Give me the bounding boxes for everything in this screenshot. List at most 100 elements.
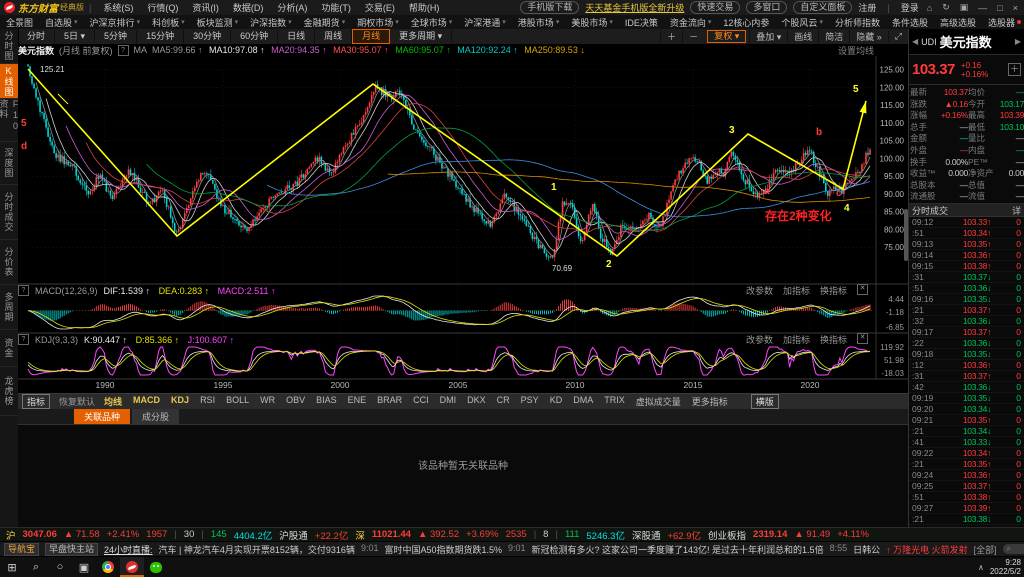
chart-tool-叠加[interactable]: 叠加 ▾ — [749, 30, 787, 43]
home-icon[interactable]: ⌂ — [925, 3, 934, 13]
timeframe-更多周期[interactable]: 更多周期 ▾ — [390, 30, 452, 43]
trade-row[interactable]: 09:19103.35↓0 — [909, 393, 1024, 404]
close-icon[interactable]: ✕ — [857, 284, 868, 295]
trade-row[interactable]: :41103.33↓0 — [909, 437, 1024, 448]
navigator-tag[interactable]: 导航宝 — [4, 543, 39, 556]
nav-item-期权市场[interactable]: 期权市场▾ — [351, 16, 405, 29]
ticker-item[interactable]: 8:55 — [830, 543, 848, 556]
indicator-MACD[interactable]: MACD — [133, 395, 160, 408]
trade-row[interactable]: :21103.38↓0 — [909, 514, 1024, 525]
indicator-RSI[interactable]: RSI — [200, 395, 215, 408]
nav-item-港股市场[interactable]: 港股市场▾ — [512, 16, 566, 29]
menu-item[interactable]: 交易(E) — [358, 3, 402, 13]
taskbar-clock[interactable]: ∧ 9:28 2022/5/2 — [978, 558, 1024, 576]
indicator-KD[interactable]: KD — [550, 395, 563, 408]
timeframe-分时[interactable]: 分时 — [18, 30, 55, 43]
eastmoney-app-icon[interactable] — [120, 557, 144, 577]
indicator-DMI[interactable]: DMI — [440, 395, 457, 408]
trades-list[interactable]: 09:12103.33↑0:51103.34↑009:13103.35↑009:… — [909, 217, 1024, 529]
trade-row[interactable]: :42103.36↓0 — [909, 382, 1024, 393]
timeframe-5分钟[interactable]: 5分钟 — [95, 30, 137, 43]
register-link[interactable]: 注册 — [858, 1, 876, 14]
layout-toggle-button[interactable]: 横版 — [751, 394, 779, 409]
sidebar-tab-分时成交[interactable]: 分时成交 — [0, 185, 18, 240]
trade-row[interactable]: :21103.37↑0 — [909, 305, 1024, 316]
maximize-button[interactable]: □ — [995, 3, 1004, 13]
trade-row[interactable]: :21103.34↓0 — [909, 426, 1024, 437]
indicator-CCI[interactable]: CCI — [413, 395, 429, 408]
nav-item-高级选股[interactable]: 高级选股 — [934, 16, 982, 29]
trade-row[interactable]: 09:14103.36↑0 — [909, 250, 1024, 261]
skin-icon[interactable]: ▣ — [958, 2, 971, 13]
indicator-DKX[interactable]: DKX — [467, 395, 486, 408]
trade-row[interactable]: 09:27103.39↑0 — [909, 503, 1024, 514]
trade-row[interactable]: 09:18103.35↓0 — [909, 349, 1024, 360]
ticker-item[interactable]: 9:01 — [361, 543, 379, 556]
indicator-BRAR[interactable]: BRAR — [377, 395, 402, 408]
chart-tool-复权[interactable]: 复权 ▾ — [707, 30, 746, 43]
nav-item-沪深京排行[interactable]: 沪深京排行▾ — [84, 16, 147, 29]
nav-item-自选股[interactable]: 自选股▾ — [39, 16, 84, 29]
menu-item[interactable]: 数据(D) — [226, 3, 271, 13]
menu-item[interactable]: 帮助(H) — [402, 3, 447, 13]
trade-row[interactable]: :12103.36↑0 — [909, 360, 1024, 371]
ma-settings-link[interactable]: 设置均线 — [838, 44, 908, 56]
trade-row[interactable]: :51103.38↑0 — [909, 492, 1024, 503]
indicator-TRIX[interactable]: TRIX — [604, 395, 625, 408]
refresh-icon[interactable]: ↻ — [940, 2, 952, 13]
chart-tool-＋[interactable]: ＋ — [660, 30, 682, 43]
indicator-KDJ[interactable]: KDJ — [171, 395, 189, 408]
trade-row[interactable]: 09:24103.36↑0 — [909, 470, 1024, 481]
indicator-OBV[interactable]: OBV — [286, 395, 305, 408]
subtab-成分股[interactable]: 成分股 — [132, 409, 179, 424]
sidebar-tab-F10资料[interactable]: F10资料 — [0, 99, 18, 142]
close-button[interactable]: × — [1011, 3, 1020, 13]
sidebar-tab-K线图[interactable]: K线图 — [0, 64, 18, 99]
start-button[interactable]: ⊞ — [0, 557, 24, 577]
prev-symbol-arrow[interactable]: ◀ — [909, 37, 921, 46]
login-link[interactable]: 登录 — [901, 1, 919, 14]
nav-item-分析师指数[interactable]: 分析师指数 — [829, 16, 886, 29]
indicator-BOLL[interactable]: BOLL — [226, 395, 249, 408]
nav-item-科创板[interactable]: 科创板▾ — [146, 16, 191, 29]
nav-item-全球市场[interactable]: 全球市场▾ — [405, 16, 459, 29]
indicator-DMA[interactable]: DMA — [573, 395, 593, 408]
indicator-更多指标[interactable]: 更多指标 — [692, 395, 728, 408]
chart-scrollbar[interactable] — [904, 209, 908, 261]
chart-tool-画线[interactable]: 画线 — [787, 30, 818, 43]
trade-row[interactable]: :31103.37↓0 — [909, 272, 1024, 283]
fund-promo-link[interactable]: 天天基金手机版全新升级 — [585, 1, 684, 14]
morning-report-tag[interactable]: 早盘快主站 — [45, 543, 98, 556]
trade-row[interactable]: 09:15103.38↑0 — [909, 261, 1024, 272]
search-input[interactable]: ⌕ — [1003, 544, 1024, 554]
wechat-icon[interactable] — [144, 557, 168, 577]
sidebar-tab-深度图[interactable]: 深度图 — [0, 142, 18, 185]
sidebar-tab-资金[interactable]: 资金 — [0, 330, 18, 367]
chart-tool-隐藏 »[interactable]: 隐藏 » — [849, 30, 888, 43]
macd-tool-改参数[interactable]: 改参数 — [746, 284, 773, 297]
kdj-tool-换指标[interactable]: 换指标 — [820, 333, 847, 346]
task-view-icon[interactable]: ▣ — [72, 557, 96, 577]
nav-item-个股风云[interactable]: 个股风云▾ — [775, 16, 829, 29]
trades-detail-link[interactable]: 详 — [1012, 204, 1021, 217]
ticker-item[interactable]: 新冠检测有多火? 这家公司一季度赚了143亿! 是过去十年利润总和的1.5倍 — [532, 543, 824, 556]
nav-item-资金流向[interactable]: 资金流向▾ — [664, 16, 718, 29]
timeframe-月线[interactable]: 月线 — [352, 29, 390, 44]
multi-window-button[interactable]: 多窗口 — [746, 1, 787, 14]
trade-row[interactable]: :31103.37↑0 — [909, 371, 1024, 382]
chart-tool-⤢[interactable]: ⤢ — [888, 31, 908, 42]
nav-item-全景图[interactable]: 全景图 — [0, 16, 39, 29]
quick-trade-button[interactable]: 快速交易 — [690, 1, 740, 14]
nav-item-沪深指数[interactable]: 沪深指数▾ — [244, 16, 298, 29]
trade-row[interactable]: 09:16103.35↓0 — [909, 294, 1024, 305]
nav-item-IDE决策[interactable]: IDE决策 — [619, 16, 664, 29]
timeframe-60分钟[interactable]: 60分钟 — [231, 30, 278, 43]
ticker-item[interactable]: 日韩公 — [853, 543, 880, 556]
subtab-关联品种[interactable]: 关联品种 — [74, 409, 130, 424]
sidebar-tab-分价表[interactable]: 分价表 — [0, 240, 18, 285]
trade-row[interactable]: :51103.36↓0 — [909, 283, 1024, 294]
macd-tool-换指标[interactable]: 换指标 — [820, 284, 847, 297]
indicator-ENE[interactable]: ENE — [348, 395, 367, 408]
trade-row[interactable]: 09:22103.34↑0 — [909, 448, 1024, 459]
timeframe-30分钟[interactable]: 30分钟 — [184, 30, 231, 43]
